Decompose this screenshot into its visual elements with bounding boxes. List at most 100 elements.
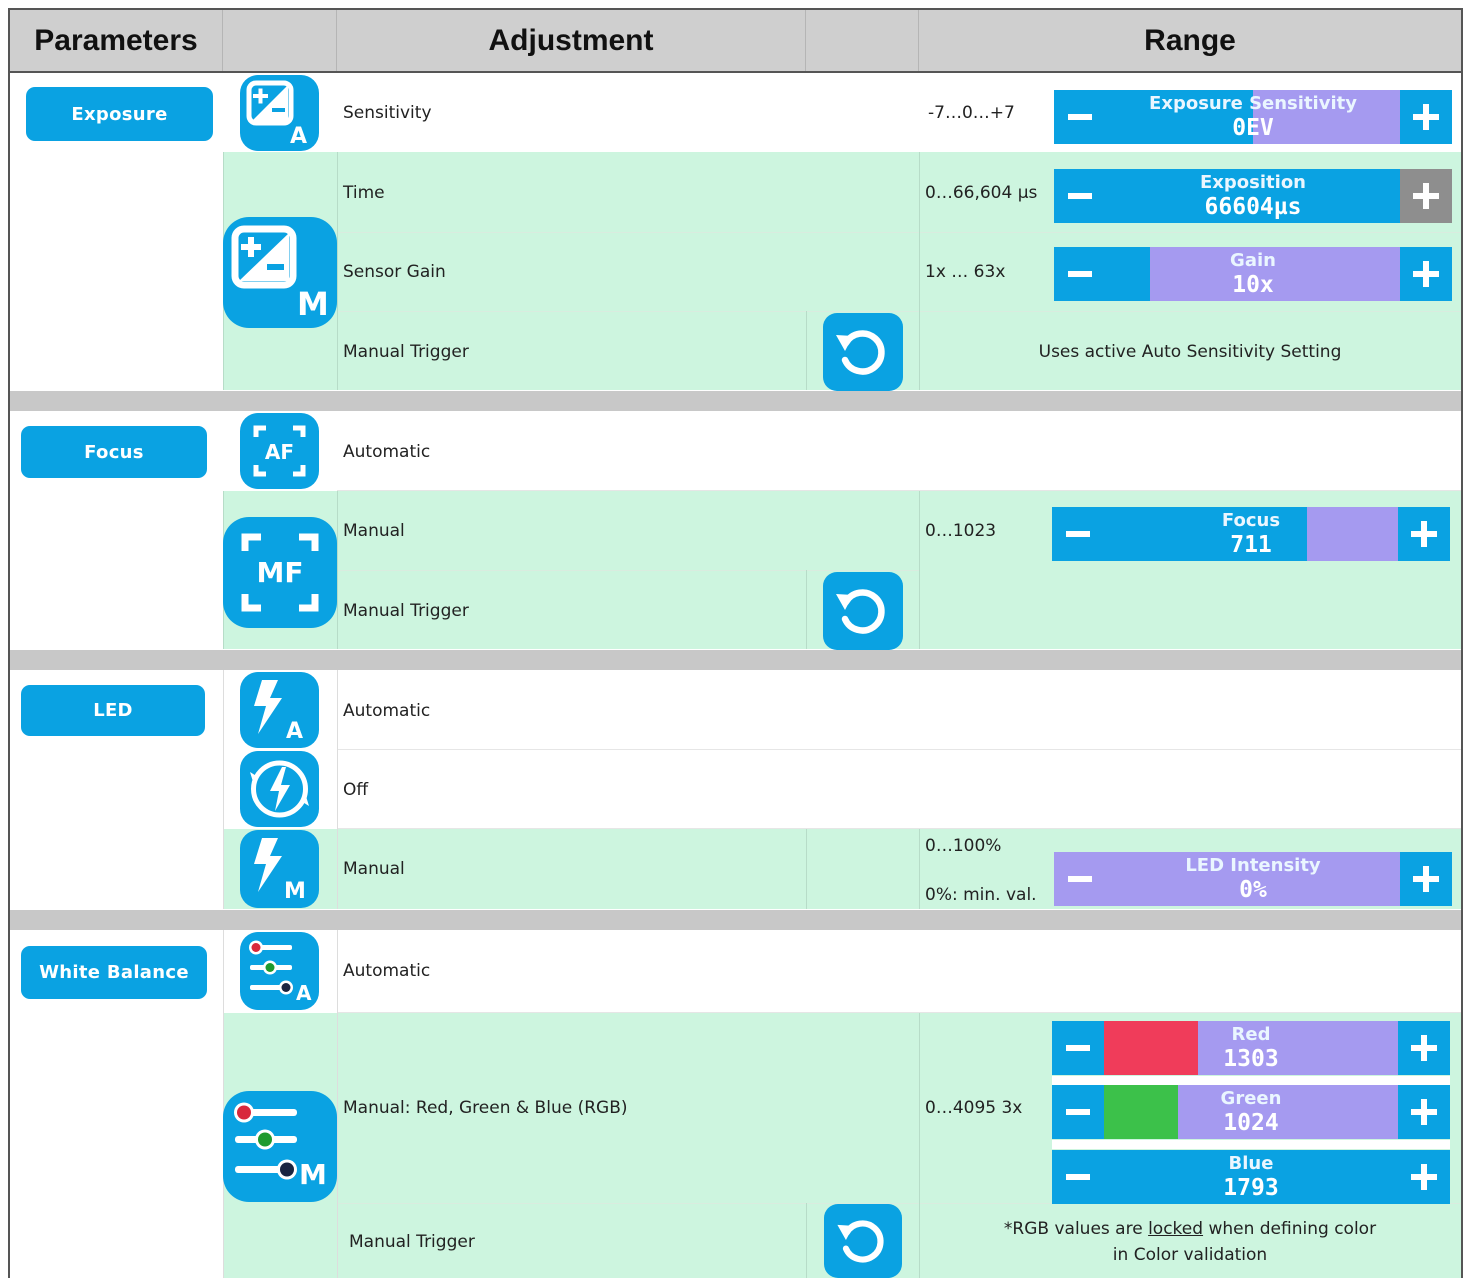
exposure-button[interactable]: Exposure <box>26 87 213 141</box>
row-divider <box>337 311 1461 312</box>
slider-value: 1303 <box>1223 1046 1279 1072</box>
minus-button[interactable] <box>1052 507 1104 561</box>
blue-slider[interactable]: Blue 1793 <box>1052 1150 1450 1204</box>
plus-icon <box>1413 261 1439 287</box>
plus-icon <box>1411 1099 1437 1125</box>
white-balance-manual-icon: M <box>223 1091 337 1202</box>
minus-button[interactable] <box>1054 90 1106 144</box>
white-balance-auto-icon: A <box>240 932 319 1010</box>
slider-track[interactable]: Gain 10x <box>1106 247 1400 301</box>
led-manual-range: 0…100% <box>925 836 1002 856</box>
col-divider <box>223 670 224 909</box>
reset-trigger-icon <box>836 589 885 634</box>
row-divider <box>337 828 1461 829</box>
plus-button[interactable] <box>1398 1021 1450 1075</box>
slider-value: 711 <box>1230 532 1272 558</box>
led-off-label: Off <box>343 780 369 800</box>
slider-track[interactable]: Exposition 66604µs <box>1106 169 1400 223</box>
time-range: 0…66,604 µs <box>925 183 1038 203</box>
slider-track[interactable]: Blue 1793 <box>1104 1150 1398 1204</box>
plus-button[interactable] <box>1398 507 1450 561</box>
plus-button[interactable] <box>1398 1150 1450 1204</box>
plus-button[interactable] <box>1400 90 1452 144</box>
col-divider <box>337 930 338 1278</box>
minus-button[interactable] <box>1054 169 1106 223</box>
focus-manual-trigger-button[interactable] <box>823 572 903 650</box>
plus-button[interactable] <box>1400 852 1452 906</box>
slider-track[interactable]: Green 1024 <box>1104 1085 1398 1139</box>
slider-label: Blue <box>1228 1153 1274 1174</box>
minus-button[interactable] <box>1052 1021 1104 1075</box>
header-icon-col <box>223 10 337 72</box>
minus-button[interactable] <box>1052 1085 1104 1139</box>
sensitivity-label: Sensitivity <box>343 103 432 123</box>
slider-label: Gain <box>1230 250 1276 271</box>
focus-automatic-label: Automatic <box>343 442 431 462</box>
plus-icon <box>1413 104 1439 130</box>
slider-label: Green <box>1220 1088 1282 1109</box>
section-separator <box>10 650 1461 670</box>
minus-button[interactable] <box>1052 1150 1104 1204</box>
minus-button[interactable] <box>1054 852 1106 906</box>
slider-gap <box>1052 1140 1450 1149</box>
slider-value: 1024 <box>1223 1110 1279 1136</box>
flash-manual-icon: M <box>240 830 319 908</box>
focus-manual-label: Manual <box>343 521 405 541</box>
slider-track[interactable]: LED Intensity 0% <box>1106 852 1400 906</box>
green-slider[interactable]: Green 1024 <box>1052 1085 1450 1139</box>
gain-label: Sensor Gain <box>343 262 446 282</box>
exposure-manual-trigger-button[interactable] <box>823 313 903 391</box>
plus-button[interactable] <box>1398 1085 1450 1139</box>
flash-off-icon <box>240 751 319 827</box>
wb-trigger-label: Manual Trigger <box>349 1232 475 1252</box>
focus-slider[interactable]: Focus 711 <box>1052 507 1450 561</box>
header-range-label: Range <box>1144 24 1236 57</box>
plus-icon <box>1411 1035 1437 1061</box>
header-rule <box>10 71 1461 73</box>
plus-icon <box>1413 866 1439 892</box>
exposure-sensitivity-slider[interactable]: Exposure Sensitivity 0EV <box>1054 90 1452 144</box>
focus-trigger-label: Manual Trigger <box>343 601 469 621</box>
slider-label: Red <box>1231 1024 1271 1045</box>
exposition-slider[interactable]: Exposition 66604µs <box>1054 169 1452 223</box>
exposure-trigger-label: Manual Trigger <box>343 342 469 362</box>
minus-button[interactable] <box>1054 247 1106 301</box>
exposure-button-label: Exposure <box>71 103 168 125</box>
led-intensity-slider[interactable]: LED Intensity 0% <box>1054 852 1452 906</box>
slider-value: 66604µs <box>1204 194 1302 220</box>
white-balance-button[interactable]: White Balance <box>21 946 207 999</box>
slider-track[interactable]: Red 1303 <box>1104 1021 1398 1075</box>
slider-track[interactable]: Exposure Sensitivity 0EV <box>1106 90 1400 144</box>
gain-slider[interactable]: Gain 10x <box>1054 247 1452 301</box>
exposure-compensation-auto-icon: A <box>240 75 319 151</box>
svg-text:A: A <box>286 719 303 744</box>
section-separator <box>10 391 1461 411</box>
slider-label: LED Intensity <box>1185 855 1321 876</box>
red-slider[interactable]: Red 1303 <box>1052 1021 1450 1075</box>
svg-text:M: M <box>297 285 329 323</box>
wb-automatic-label: Automatic <box>343 961 431 981</box>
gain-range: 1x … 63x <box>925 262 1006 282</box>
slider-value: 1793 <box>1223 1175 1279 1201</box>
minus-icon <box>1068 114 1092 120</box>
wb-trigger-note-line1: *RGB values are locked when defining col… <box>919 1216 1461 1242</box>
minus-icon <box>1066 1045 1090 1051</box>
header-button-col <box>806 10 919 72</box>
led-manual-label: Manual <box>343 859 405 879</box>
header-parameters-label: Parameters <box>34 24 198 57</box>
slider-value: 0% <box>1239 877 1267 903</box>
focus-button[interactable]: Focus <box>21 426 207 478</box>
slider-track[interactable]: Focus 711 <box>1104 507 1398 561</box>
svg-text:A: A <box>290 124 307 149</box>
col-divider <box>806 1203 807 1278</box>
plus-button[interactable] <box>1400 169 1452 223</box>
row-divider <box>337 232 1461 233</box>
wb-manual-trigger-button[interactable] <box>824 1204 902 1278</box>
reset-trigger-icon <box>836 330 885 375</box>
row-divider <box>337 490 1461 491</box>
row-divider <box>337 749 1461 750</box>
led-button[interactable]: LED <box>21 685 205 736</box>
plus-button[interactable] <box>1400 247 1452 301</box>
focus-manual-range: 0…1023 <box>925 521 997 541</box>
col-divider <box>337 491 338 649</box>
